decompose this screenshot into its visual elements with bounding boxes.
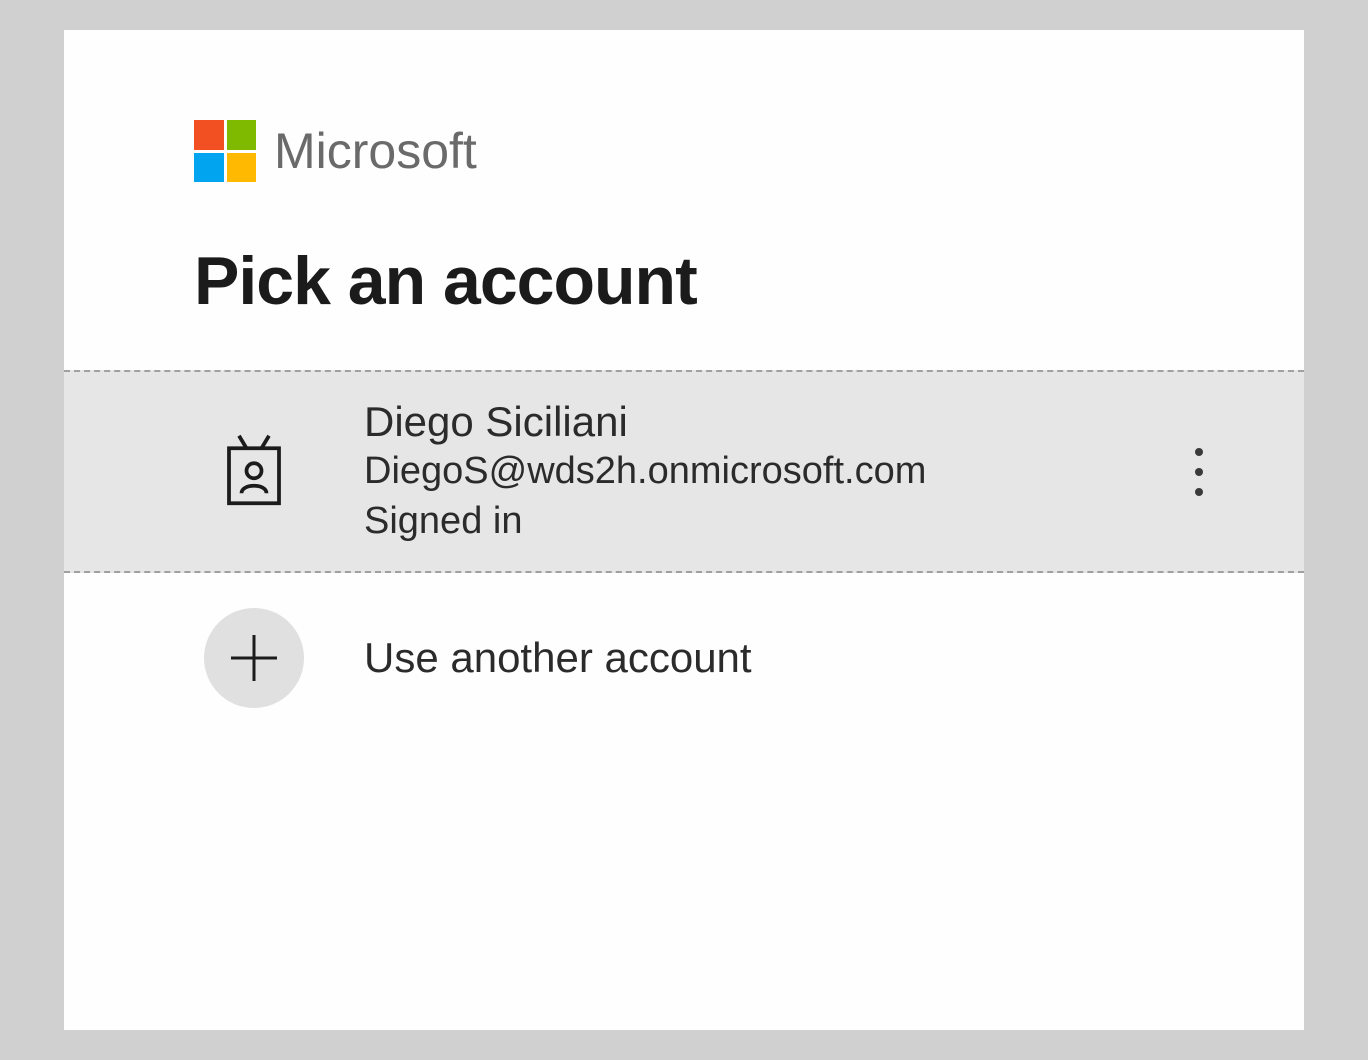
- more-options-icon[interactable]: [1184, 448, 1214, 496]
- badge-icon: [224, 432, 364, 512]
- brand-label: Microsoft: [274, 122, 477, 180]
- account-info: Diego Siciliani DiegoS@wds2h.onmicrosoft…: [364, 397, 1184, 546]
- account-email: DiegoS@wds2h.onmicrosoft.com: [364, 447, 1184, 496]
- use-another-account-label: Use another account: [364, 634, 752, 682]
- account-status: Signed in: [364, 497, 1184, 546]
- account-picker-dialog: Microsoft Pick an account Diego Sicilian…: [64, 30, 1304, 1030]
- dialog-header: Microsoft Pick an account: [64, 120, 1304, 320]
- account-name: Diego Siciliani: [364, 397, 1184, 447]
- use-another-account-button[interactable]: Use another account: [64, 573, 1304, 743]
- brand-row: Microsoft: [194, 120, 1304, 182]
- plus-icon: [204, 608, 304, 708]
- microsoft-logo-icon: [194, 120, 256, 182]
- page-title: Pick an account: [194, 242, 1304, 320]
- account-item[interactable]: Diego Siciliani DiegoS@wds2h.onmicrosoft…: [64, 370, 1304, 573]
